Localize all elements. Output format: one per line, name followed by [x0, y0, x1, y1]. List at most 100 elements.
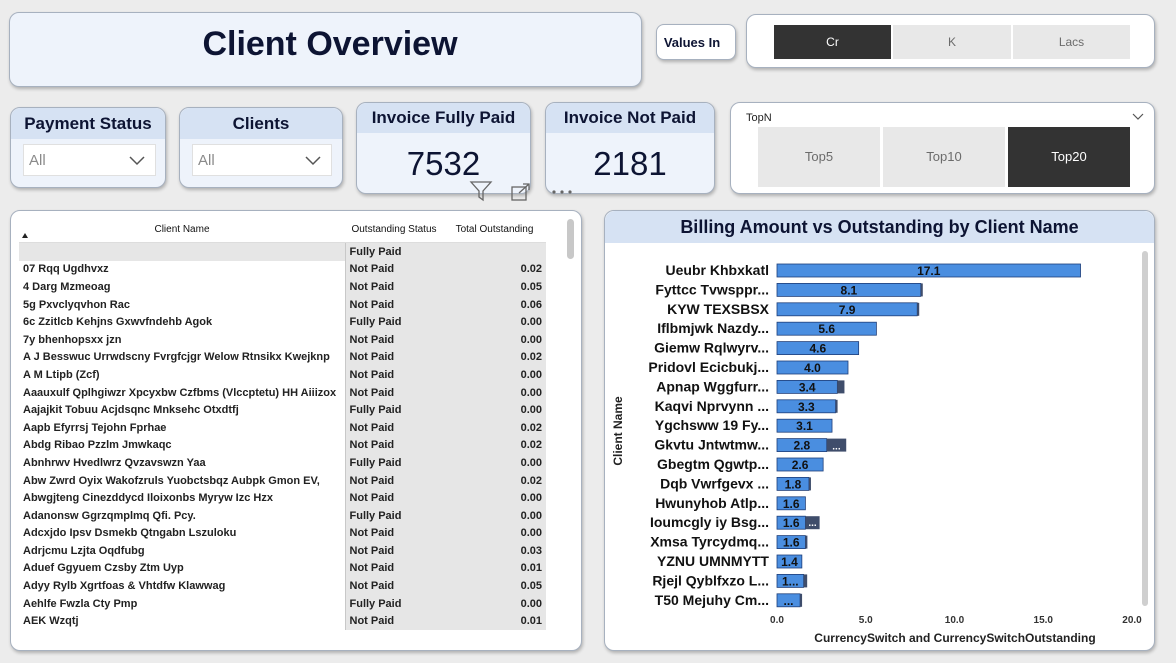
y-tick-label: Apnap Wggfurr...	[656, 378, 769, 394]
filter-icon[interactable]	[469, 180, 493, 202]
y-axis-title: Client Name	[611, 396, 625, 466]
outstanding-bar	[837, 380, 845, 394]
table-row[interactable]: Fully Paid	[19, 242, 546, 261]
total-outstanding-cell: 0.00	[443, 594, 546, 613]
outstanding-overflow-label: ...	[808, 518, 817, 529]
client-name-cell: A J Besswuc Urrwdscny Fvrgfcjgr Welow Rt…	[23, 351, 330, 364]
table-row[interactable]: 4 Darg Mzmeoag Not Paid 0.05	[19, 278, 546, 296]
client-name-cell: 4 Darg Mzmeoag	[23, 280, 111, 293]
client-name-cell: Aduef Ggyuem Czsby Ztm Uyp	[23, 562, 184, 575]
table-row[interactable]: Adrjcmu Lzjta Oqdfubg Not Paid 0.03	[19, 542, 546, 560]
outstanding-status-cell: Not Paid	[344, 436, 443, 455]
x-tick-label: 5.0	[859, 615, 873, 626]
outstanding-status-cell: Not Paid	[344, 348, 443, 367]
unit-option-cr[interactable]: Cr	[774, 25, 891, 59]
table-row[interactable]: Abwgjteng Cinezddycd Iloixonbs Myryw Izc…	[19, 489, 546, 507]
client-table: Client Name Outstanding Status Total Out…	[19, 216, 546, 631]
outstanding-status-cell: Not Paid	[344, 383, 443, 402]
column-header-total-outstanding[interactable]: Total Outstanding	[443, 216, 546, 243]
outstanding-status-cell: Not Paid	[344, 260, 443, 279]
client-name-cell: 5g Pxvclyqvhon Rac	[23, 298, 130, 311]
y-tick-label: Xmsa Tyrcydmq...	[650, 534, 769, 550]
chevron-down-icon[interactable]	[1132, 111, 1144, 121]
table-row[interactable]: Adyy Rylb Xgrtfoas & Vhtdfw Klawwag Not P…	[19, 577, 546, 595]
table-row[interactable]: Aehlfe Fwzla Cty Pmp Fully Paid 0.00	[19, 594, 546, 613]
total-outstanding-cell: 0.00	[443, 454, 546, 472]
column-header-client-name[interactable]: Client Name	[19, 216, 345, 243]
outstanding-status-cell: Not Paid	[344, 330, 443, 349]
y-tick-label: Giemw Rqlwyrv...	[654, 340, 769, 356]
table-row[interactable]: A J Besswuc Urrwdscny Fvrgfcjgr Welow Rt…	[19, 348, 546, 367]
table-row[interactable]: 07 Rqq Ugdhvxz Not Paid 0.02	[19, 260, 546, 279]
x-tick-label: 0.0	[770, 615, 784, 626]
total-outstanding-cell: 0.00	[443, 489, 546, 507]
total-outstanding-cell: 0.06	[443, 295, 546, 314]
column-header-outstanding-status[interactable]: Outstanding Status	[345, 216, 443, 243]
clients-label: Clients	[180, 108, 342, 139]
outstanding-bar	[800, 593, 803, 607]
client-name-cell: Aehlfe Fwzla Cty Pmp	[23, 597, 138, 610]
payment-status-value: All	[29, 152, 46, 169]
table-row[interactable]: 5g Pxvclyqvhon Rac Not Paid 0.06	[19, 295, 546, 314]
table-row[interactable]: Abw Zwrd Oyix Wakofzruls Yuobctsbqz Aubp…	[19, 471, 546, 490]
topn-option-top5[interactable]: Top5	[758, 127, 880, 187]
outstanding-status-cell: Fully Paid	[344, 242, 443, 261]
chevron-down-icon	[129, 156, 145, 166]
unit-option-lacs[interactable]: Lacs	[1013, 25, 1130, 59]
x-tick-label: 10.0	[945, 615, 965, 626]
topn-slicer: TopN Top5 Top10 Top20	[730, 102, 1155, 194]
outstanding-bar	[805, 535, 808, 549]
clients-value: All	[198, 152, 215, 169]
outstanding-status-cell: Not Paid	[344, 489, 443, 507]
client-name-cell: Abdg Ribao Pzzlm Jmwkaqc	[23, 439, 172, 452]
table-row[interactable]: A M Ltipb (Zcf) Not Paid 0.00	[19, 366, 546, 384]
chevron-down-icon	[305, 156, 321, 166]
total-outstanding-cell: 0.01	[443, 559, 546, 578]
total-outstanding-cell: 0.00	[443, 330, 546, 349]
chart-scrollbar[interactable]	[1142, 251, 1148, 606]
more-options-icon[interactable]	[550, 188, 576, 196]
values-in-card: Values In	[656, 24, 736, 60]
total-outstanding-cell: 0.00	[443, 506, 546, 525]
clients-dropdown[interactable]: All	[192, 144, 332, 176]
client-name-cell: 07 Rqq Ugdhvxz	[23, 263, 109, 276]
client-name-cell: 6c Zzitlcb Kehjns Gxwvfndehb Agok	[23, 316, 213, 329]
kpi-not-paid-value: 2181	[593, 145, 667, 182]
table-row[interactable]: Adanonsw Ggrzqmplmq Qfi. Pcy. Fully Paid 0…	[19, 506, 546, 525]
bar-data-label: 5.6	[818, 322, 835, 336]
y-tick-label: YZNU UMNMYTT	[657, 553, 769, 569]
table-row[interactable]: Abdg Ribao Pzzlm Jmwkaqc Not Paid 0.02	[19, 436, 546, 455]
topn-option-top10[interactable]: Top10	[883, 127, 1005, 187]
outstanding-status-cell: Not Paid	[344, 295, 443, 314]
table-row[interactable]: Aaauxulf Qplhgiwzr Xpcyxbw Czfbms (Vlccp…	[19, 383, 546, 402]
table-row[interactable]: Adcxjdo Ipsv Dsmekb Qtngabn Lszuloku Not …	[19, 524, 546, 543]
client-name-cell: Abnhrwv Hvedlwrz Qvzavswzn Yaa	[23, 456, 206, 469]
kpi-invoice-fully-paid: Invoice Fully Paid 7532	[356, 102, 531, 194]
topn-label: TopN	[746, 112, 772, 124]
focus-mode-icon[interactable]	[510, 182, 532, 202]
x-axis-title: CurrencySwitch and CurrencySwitchOutstan…	[814, 631, 1095, 645]
client-name-cell: Aaauxulf Qplhgiwzr Xpcyxbw Czfbms (Vlccp…	[23, 386, 337, 399]
table-row[interactable]: 7y bhenhopsxx jzn Not Paid 0.00	[19, 330, 546, 349]
table-row[interactable]: Aajajkit Tobuu Acjdsqnc Mnksehc Otxdtfj F…	[19, 401, 546, 419]
table-row[interactable]: AEK Wzqtj Not Paid 0.01	[19, 612, 546, 631]
total-outstanding-cell: 0.02	[443, 471, 546, 490]
client-name-cell: Aapb Efyrrsj Tejohn Fprhae	[23, 421, 167, 434]
topn-option-top20[interactable]: Top20	[1008, 127, 1130, 187]
outstanding-status-cell: Fully Paid	[344, 313, 443, 331]
clients-slicer: Clients All	[179, 107, 343, 188]
unit-option-k[interactable]: K	[893, 25, 1011, 59]
total-outstanding-cell: 0.02	[443, 348, 546, 367]
bar-data-label: 3.4	[799, 380, 816, 394]
table-row[interactable]: Abnhrwv Hvedlwrz Qvzavswzn Yaa Fully Paid…	[19, 454, 546, 472]
payment-status-dropdown[interactable]: All	[23, 144, 156, 176]
bar-data-label: 17.1	[917, 264, 941, 278]
table-row[interactable]: Aduef Ggyuem Czsby Ztm Uyp Not Paid 0.01	[19, 559, 546, 578]
table-row[interactable]: Aapb Efyrrsj Tejohn Fprhae Not Paid 0.02	[19, 418, 546, 437]
bar-chart-svg: Ueubr Khbxkatl 17.1 Fyttcc Tvwsppr... 8.1 KY…	[611, 262, 1142, 645]
sort-ascending-icon	[22, 233, 28, 238]
table-scrollbar[interactable]	[567, 219, 574, 259]
table-row[interactable]: 6c Zzitlcb Kehjns Gxwvfndehb Agok Fully P…	[19, 313, 546, 331]
total-outstanding-cell: 0.02	[443, 260, 546, 279]
outstanding-bar	[835, 399, 838, 413]
